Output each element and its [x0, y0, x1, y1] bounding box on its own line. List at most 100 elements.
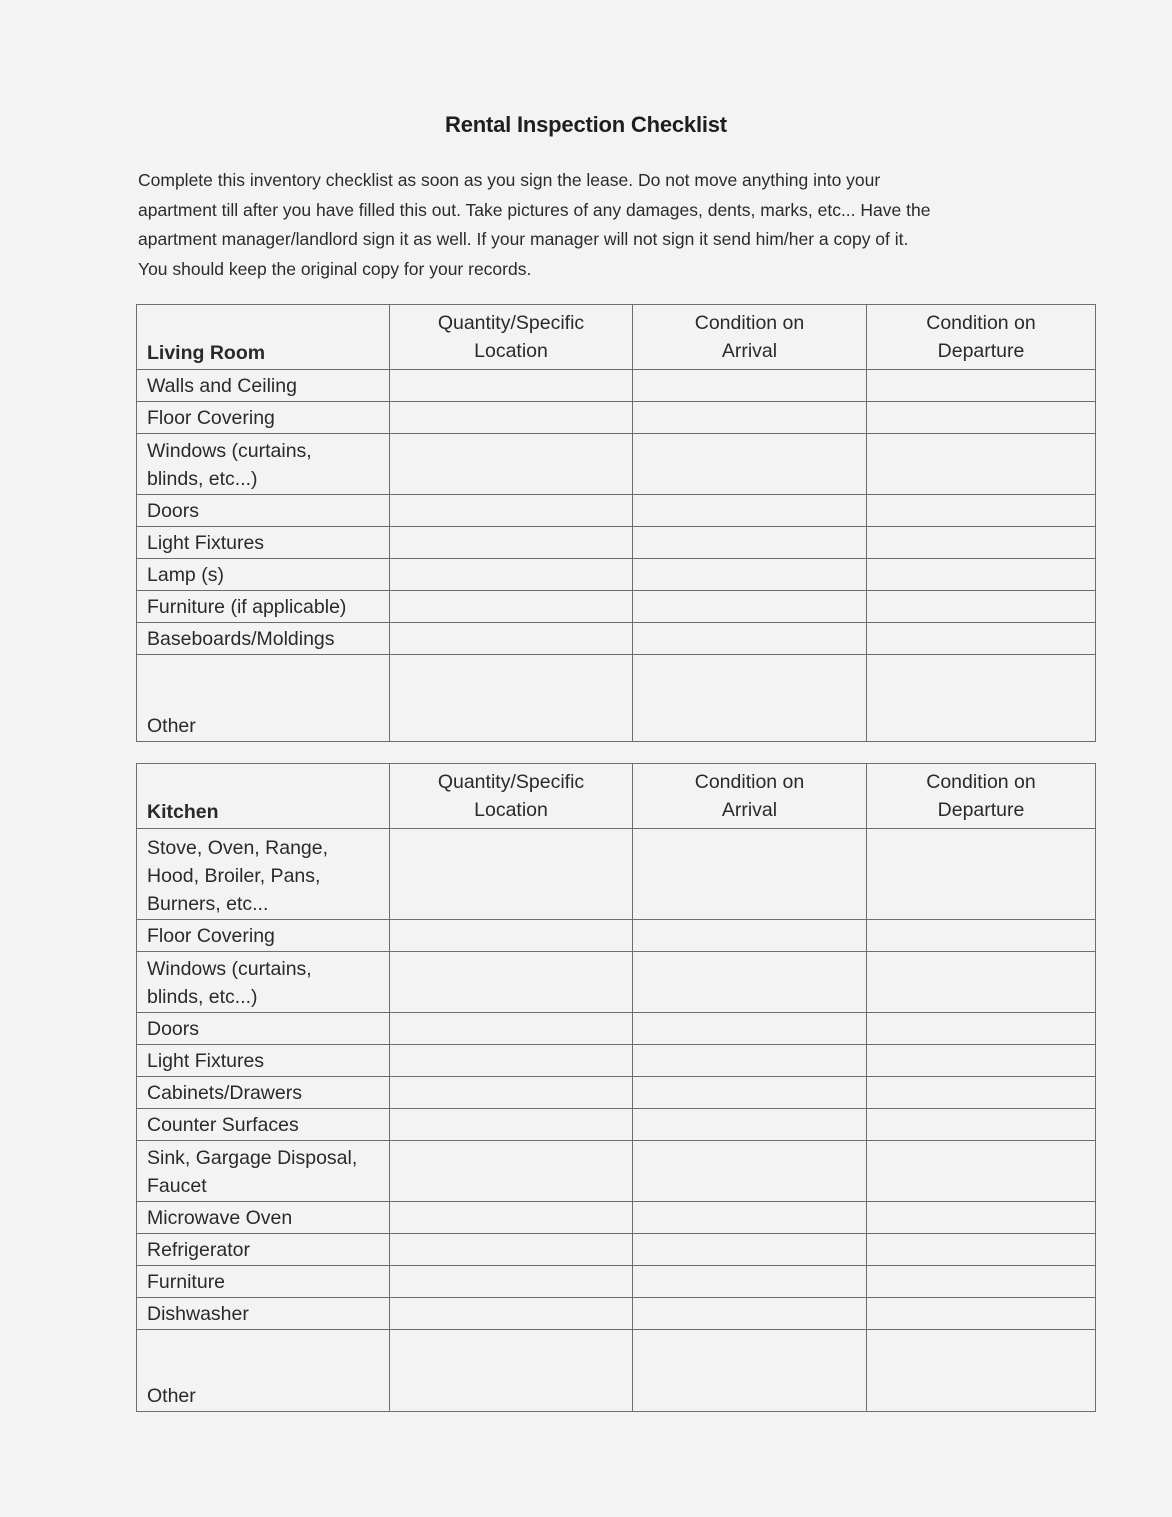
arrival-condition-cell[interactable]: [632, 1012, 867, 1045]
arrival-condition-cell[interactable]: [632, 919, 867, 952]
table-row: Windows (curtains, blinds, etc...): [136, 951, 1096, 1013]
departure-condition-cell[interactable]: [866, 1233, 1096, 1266]
departure-condition-cell[interactable]: [866, 433, 1096, 495]
intro-paragraph: Complete this inventory checklist as soo…: [138, 166, 1038, 284]
arrival-condition-cell[interactable]: [632, 951, 867, 1013]
column-header-arrival: Condition on Arrival: [632, 763, 867, 829]
item-label: Doors: [136, 494, 390, 527]
departure-condition-cell[interactable]: [866, 401, 1096, 434]
departure-condition-cell[interactable]: [866, 1012, 1096, 1045]
quantity-cell[interactable]: [389, 1265, 633, 1298]
arrival-condition-cell[interactable]: [632, 558, 867, 591]
table-row: Walls and Ceiling: [136, 369, 1096, 402]
arrival-condition-cell[interactable]: [632, 1233, 867, 1266]
item-label: Microwave Oven: [136, 1201, 390, 1234]
quantity-cell[interactable]: [389, 433, 633, 495]
quantity-cell[interactable]: [389, 1108, 633, 1141]
column-header-departure: Condition on Departure: [866, 304, 1096, 370]
quantity-cell[interactable]: [389, 1140, 633, 1202]
quantity-cell[interactable]: [389, 1329, 633, 1412]
quantity-cell[interactable]: [389, 590, 633, 623]
table-row: Other: [136, 654, 1096, 742]
arrival-condition-cell[interactable]: [632, 401, 867, 434]
quantity-cell[interactable]: [389, 1076, 633, 1109]
quantity-cell[interactable]: [389, 1044, 633, 1077]
arrival-condition-cell[interactable]: [632, 369, 867, 402]
item-label-line: Stove, Oven, Range,: [147, 837, 329, 859]
departure-condition-cell[interactable]: [866, 369, 1096, 402]
quantity-cell[interactable]: [389, 1297, 633, 1330]
quantity-cell[interactable]: [389, 494, 633, 527]
intro-line: You should keep the original copy for yo…: [138, 258, 532, 279]
quantity-cell[interactable]: [389, 654, 633, 742]
departure-condition-cell[interactable]: [866, 654, 1096, 742]
quantity-cell[interactable]: [389, 401, 633, 434]
departure-condition-cell[interactable]: [866, 1044, 1096, 1077]
intro-line: Complete this inventory checklist as soo…: [138, 170, 881, 190]
table-header-row: Living Room Quantity/Specific Location Co…: [136, 304, 1096, 370]
arrival-condition-cell[interactable]: [632, 654, 867, 742]
item-label-line: Doors: [147, 1018, 200, 1040]
quantity-cell[interactable]: [389, 1233, 633, 1266]
arrival-condition-cell[interactable]: [632, 1044, 867, 1077]
departure-condition-cell[interactable]: [866, 1201, 1096, 1234]
quantity-cell[interactable]: [389, 919, 633, 952]
quantity-cell[interactable]: [389, 558, 633, 591]
column-header-quantity: Quantity/Specific Location: [389, 763, 633, 829]
departure-condition-cell[interactable]: [866, 1140, 1096, 1202]
quantity-cell[interactable]: [389, 828, 633, 920]
departure-condition-cell[interactable]: [866, 494, 1096, 527]
header-line: Location: [474, 799, 548, 821]
header-line: Condition on: [694, 312, 805, 334]
arrival-condition-cell[interactable]: [632, 1329, 867, 1412]
arrival-condition-cell[interactable]: [632, 433, 867, 495]
departure-condition-cell[interactable]: [866, 919, 1096, 952]
departure-condition-cell[interactable]: [866, 1297, 1096, 1330]
table-row: Floor Covering: [136, 401, 1096, 434]
departure-condition-cell[interactable]: [866, 828, 1096, 920]
quantity-cell[interactable]: [389, 1012, 633, 1045]
quantity-cell[interactable]: [389, 526, 633, 559]
item-label-line: Doors: [147, 500, 200, 522]
column-header-departure: Condition on Departure: [866, 763, 1096, 829]
departure-condition-cell[interactable]: [866, 558, 1096, 591]
table-row: Lamp (s): [136, 558, 1096, 591]
departure-condition-cell[interactable]: [866, 590, 1096, 623]
item-label-line: blinds, etc...): [147, 468, 258, 490]
quantity-cell[interactable]: [389, 951, 633, 1013]
arrival-condition-cell[interactable]: [632, 1140, 867, 1202]
departure-condition-cell[interactable]: [866, 1265, 1096, 1298]
quantity-cell[interactable]: [389, 369, 633, 402]
living-room-table: Living Room Quantity/Specific Location Co…: [136, 304, 1096, 742]
departure-condition-cell[interactable]: [866, 951, 1096, 1013]
item-label-line: Windows (curtains,: [147, 440, 312, 462]
departure-condition-cell[interactable]: [866, 622, 1096, 655]
quantity-cell[interactable]: [389, 622, 633, 655]
item-label: Other: [136, 1329, 390, 1412]
item-label: Counter Surfaces: [136, 1108, 390, 1141]
table-row: Stove, Oven, Range, Hood, Broiler, Pans, B…: [136, 828, 1096, 920]
departure-condition-cell[interactable]: [866, 526, 1096, 559]
arrival-condition-cell[interactable]: [632, 1076, 867, 1109]
arrival-condition-cell[interactable]: [632, 590, 867, 623]
table-row: Light Fixtures: [136, 1044, 1096, 1077]
arrival-condition-cell[interactable]: [632, 1265, 867, 1298]
departure-condition-cell[interactable]: [866, 1076, 1096, 1109]
arrival-condition-cell[interactable]: [632, 622, 867, 655]
quantity-cell[interactable]: [389, 1201, 633, 1234]
arrival-condition-cell[interactable]: [632, 494, 867, 527]
arrival-condition-cell[interactable]: [632, 828, 867, 920]
departure-condition-cell[interactable]: [866, 1108, 1096, 1141]
table-row: Refrigerator: [136, 1233, 1096, 1266]
arrival-condition-cell[interactable]: [632, 1297, 867, 1330]
table-row: Doors: [136, 494, 1096, 527]
departure-condition-cell[interactable]: [866, 1329, 1096, 1412]
item-label-line: Floor Covering: [147, 925, 275, 947]
table-row: Baseboards/Moldings: [136, 622, 1096, 655]
arrival-condition-cell[interactable]: [632, 1201, 867, 1234]
arrival-condition-cell[interactable]: [632, 1108, 867, 1141]
header-line: Quantity/Specific: [437, 312, 585, 334]
item-label: Doors: [136, 1012, 390, 1045]
arrival-condition-cell[interactable]: [632, 526, 867, 559]
item-label-line: Lamp (s): [147, 564, 224, 586]
